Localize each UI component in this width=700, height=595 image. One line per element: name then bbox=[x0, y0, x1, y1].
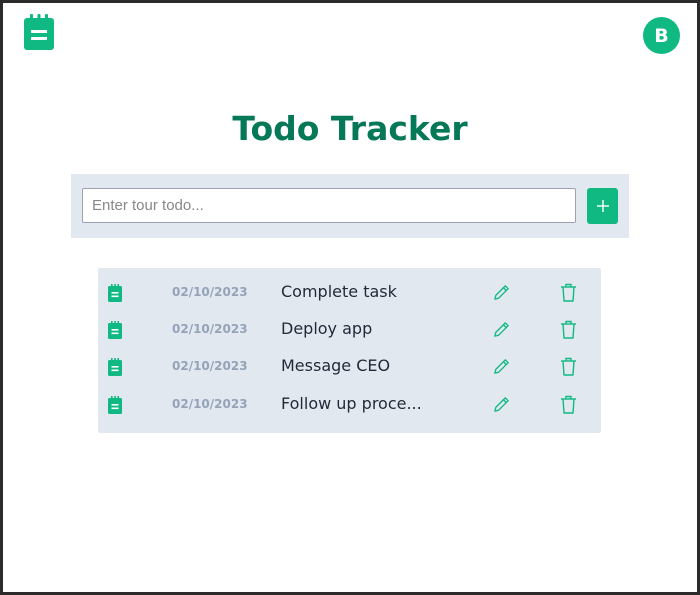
notepad-icon bbox=[108, 396, 122, 414]
todo-row: 02/10/2023 Follow up proce... bbox=[98, 386, 601, 423]
trash-icon[interactable] bbox=[560, 357, 577, 376]
notepad-icon bbox=[108, 358, 122, 376]
todo-row: 02/10/2023 Deploy app bbox=[98, 311, 601, 348]
todo-date: 02/10/2023 bbox=[172, 397, 248, 411]
todo-row: 02/10/2023 Message CEO bbox=[98, 348, 601, 385]
plus-icon bbox=[596, 200, 609, 212]
pencil-icon[interactable] bbox=[492, 283, 511, 302]
todo-date: 02/10/2023 bbox=[172, 322, 248, 336]
pencil-icon[interactable] bbox=[492, 357, 511, 376]
app-window: B Todo Tracker 02/10/2023Complete task02… bbox=[0, 0, 700, 595]
todo-list: 02/10/2023 Complete task 02/10/2023 Deploy … bbox=[98, 268, 601, 433]
notepad-icon[interactable] bbox=[24, 14, 54, 50]
todo-date: 02/10/2023 bbox=[172, 285, 248, 299]
todo-text: Follow up proce... bbox=[281, 394, 422, 413]
trash-icon[interactable] bbox=[560, 283, 577, 302]
pencil-icon[interactable] bbox=[492, 320, 511, 339]
todo-row: 02/10/2023 Complete task bbox=[98, 274, 601, 311]
pencil-icon[interactable] bbox=[492, 395, 511, 414]
todo-date: 02/10/2023 bbox=[172, 359, 248, 373]
todo-text: Complete task bbox=[281, 282, 397, 301]
avatar[interactable]: B bbox=[643, 17, 680, 54]
trash-icon[interactable] bbox=[560, 320, 577, 339]
notepad-icon bbox=[108, 321, 122, 339]
add-todo-bar bbox=[71, 174, 629, 238]
notepad-icon bbox=[108, 284, 122, 302]
todo-input[interactable] bbox=[82, 188, 576, 223]
page-title: Todo Tracker bbox=[232, 109, 468, 148]
todo-text: Deploy app bbox=[281, 319, 373, 338]
trash-icon[interactable] bbox=[560, 395, 577, 414]
todo-text: Message CEO bbox=[281, 356, 391, 375]
add-todo-button[interactable] bbox=[587, 188, 618, 224]
